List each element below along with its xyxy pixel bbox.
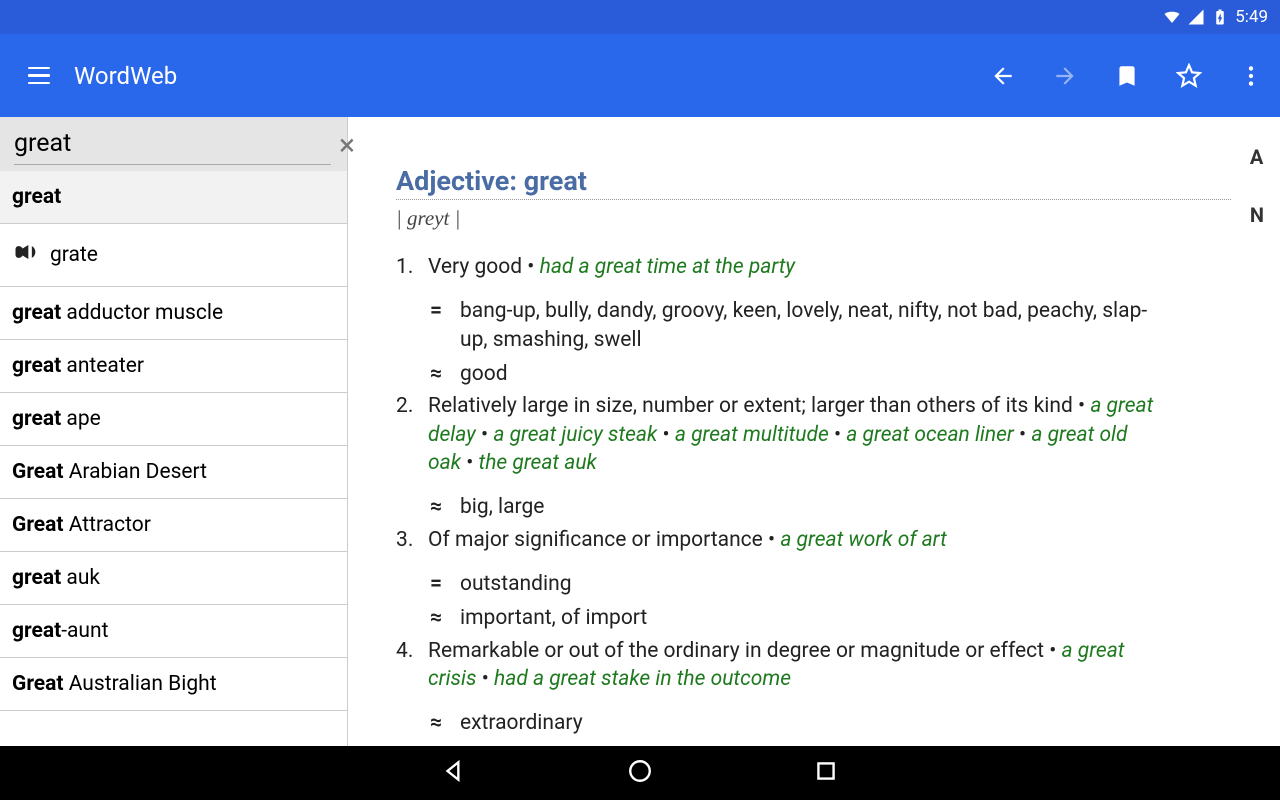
menu-icon[interactable] <box>28 67 50 85</box>
cell-signal-icon <box>1187 8 1205 26</box>
equals-row: =outstanding <box>396 570 1164 598</box>
list-item[interactable]: great ape <box>0 393 347 446</box>
list-item[interactable]: great auk <box>0 552 347 605</box>
android-nav-bar <box>0 746 1280 800</box>
list-item[interactable]: great anteater <box>0 340 347 393</box>
index-letter-n[interactable]: N <box>1250 203 1264 227</box>
back-button[interactable] <box>990 63 1016 89</box>
list-item[interactable]: grate <box>0 224 347 287</box>
battery-charging-icon <box>1211 8 1229 26</box>
list-item[interactable]: great adductor muscle <box>0 287 347 340</box>
android-status-bar: 5:49 <box>0 0 1280 34</box>
forward-button[interactable] <box>1052 63 1078 89</box>
sense-item: Very good • had a great time at the part… <box>396 253 1164 281</box>
pronunciation: | greyt | <box>396 206 1224 231</box>
list-item[interactable]: Great Australian Bight <box>0 658 347 711</box>
search-input[interactable] <box>14 127 331 165</box>
nav-back-button[interactable] <box>441 758 467 788</box>
approx-row: ≈good <box>396 360 1164 388</box>
index-letter-a[interactable]: A <box>1250 145 1264 169</box>
sidebar: × greatgrategreat adductor musclegreat a… <box>0 117 348 746</box>
approx-row: ≈important, of import <box>396 604 1164 632</box>
definition-pane[interactable]: A N Adjective: great | greyt | Very good… <box>348 117 1280 746</box>
nav-recent-button[interactable] <box>813 758 839 788</box>
approx-row: ≈big, large <box>396 493 1164 521</box>
app-title: WordWeb <box>74 62 966 90</box>
sense-item: Of major significance or importance • a … <box>396 526 1164 554</box>
list-item[interactable]: Great Arabian Desert <box>0 446 347 499</box>
approx-row: ≈extraordinary <box>396 709 1164 737</box>
wifi-icon <box>1163 8 1181 26</box>
equals-row: =bang-up, bully, dandy, groovy, keen, lo… <box>396 297 1164 354</box>
sense-item: Remarkable or out of the ordinary in deg… <box>396 637 1164 694</box>
senses-list: Very good • had a great time at the part… <box>396 253 1164 738</box>
definition-heading: Adjective: great <box>396 165 1224 197</box>
word-list[interactable]: greatgrategreat adductor musclegreat ant… <box>0 171 347 746</box>
list-item[interactable]: great <box>0 171 347 224</box>
status-time: 5:49 <box>1235 7 1268 27</box>
overflow-menu-icon[interactable] <box>1238 63 1264 89</box>
star-icon[interactable] <box>1176 63 1202 89</box>
sense-item: Relatively large in size, number or exte… <box>396 392 1164 477</box>
bookmark-icon[interactable] <box>1114 63 1140 89</box>
sound-icon <box>12 238 40 272</box>
list-item[interactable]: Great Attractor <box>0 499 347 552</box>
list-item[interactable]: great-aunt <box>0 605 347 658</box>
nav-home-button[interactable] <box>627 758 653 788</box>
app-bar: WordWeb <box>0 34 1280 117</box>
search-row: × <box>0 117 347 171</box>
